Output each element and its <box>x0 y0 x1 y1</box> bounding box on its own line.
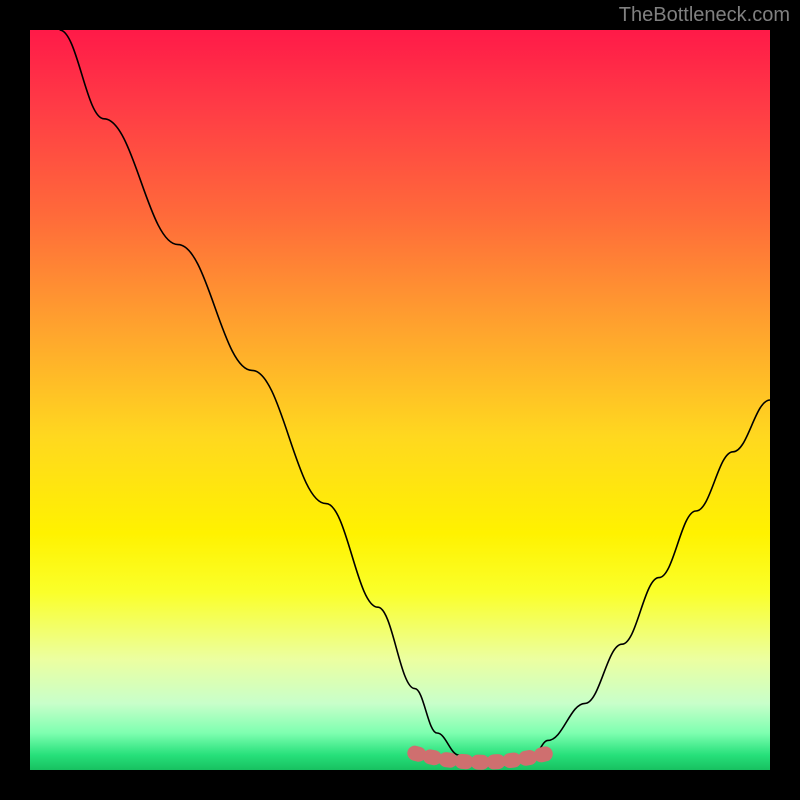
flat-region-marker <box>415 753 548 762</box>
attribution-text: TheBottleneck.com <box>619 4 790 27</box>
bottleneck-curve-line <box>60 30 770 763</box>
chart-plot-area <box>30 30 770 770</box>
chart-svg-overlay <box>30 30 770 770</box>
